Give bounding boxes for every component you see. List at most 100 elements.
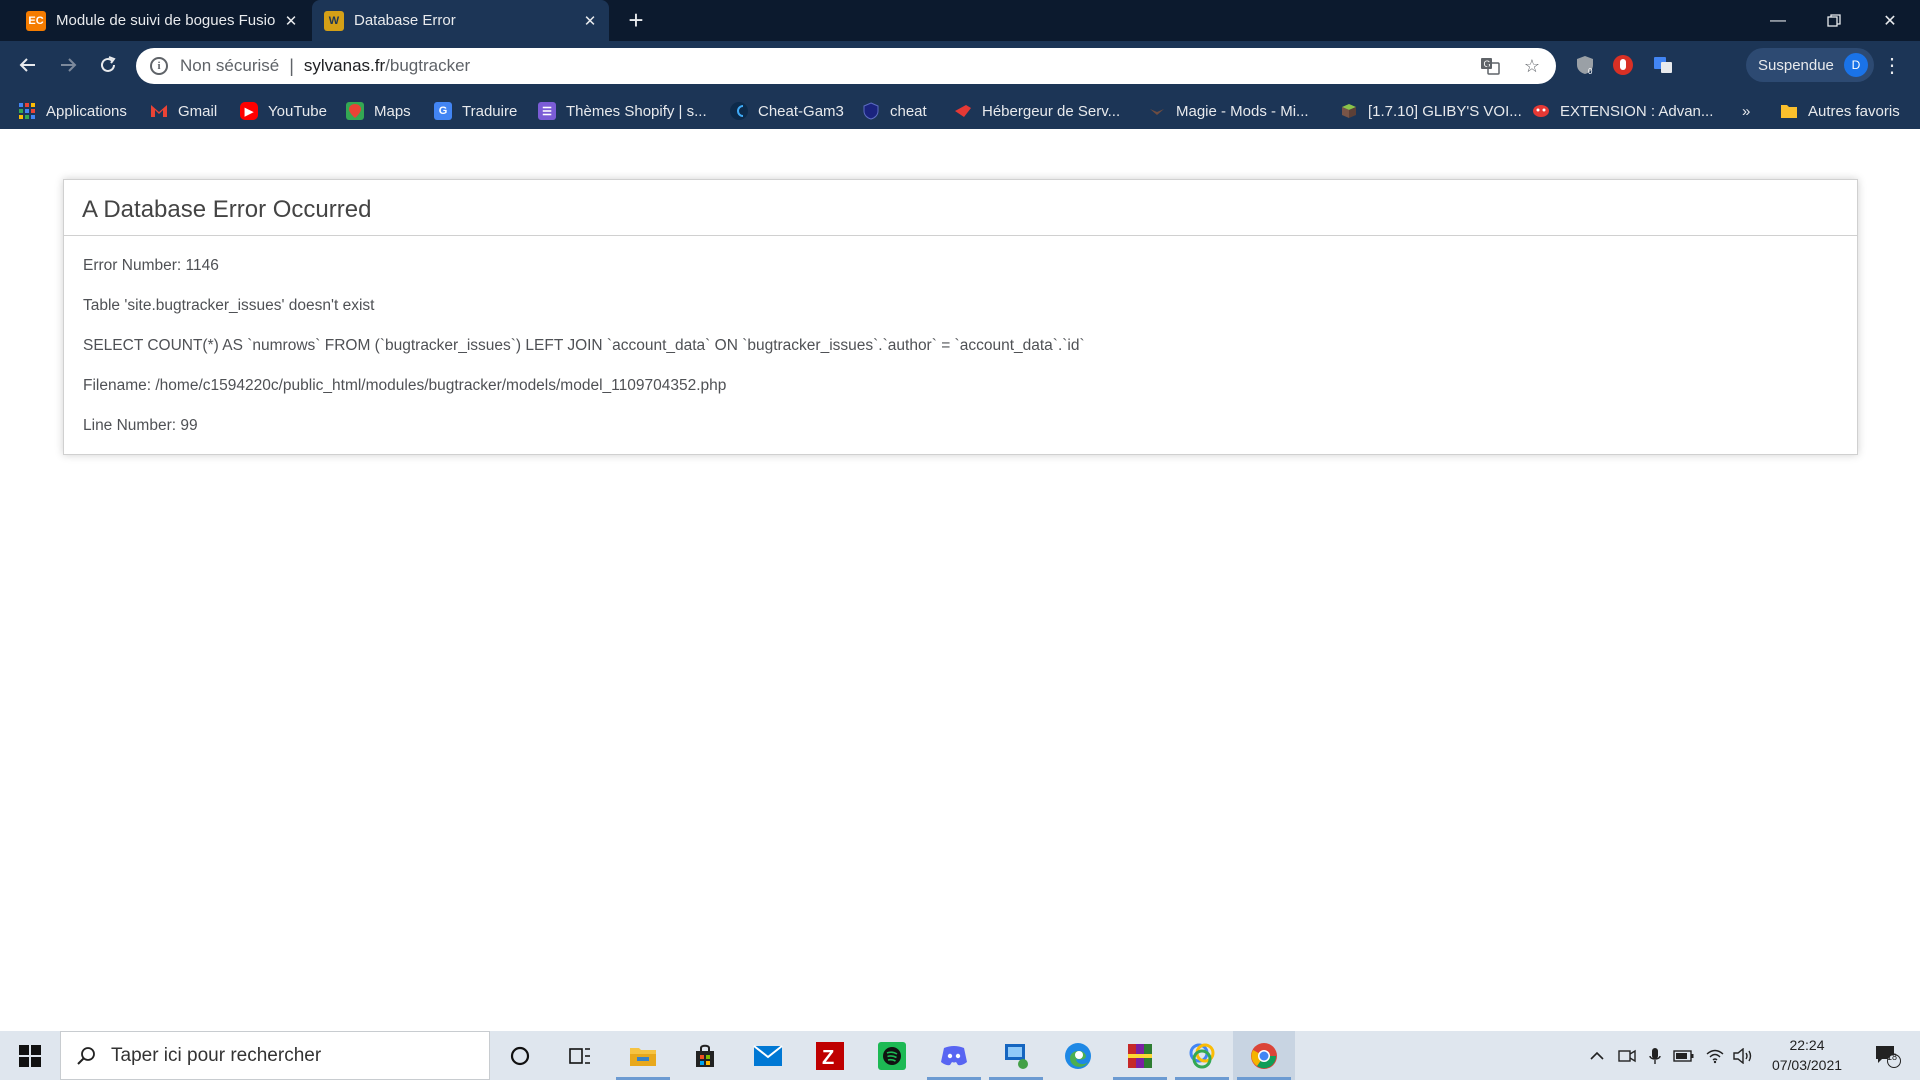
tab-title: Module de suivi de bogues Fusio	[56, 12, 276, 29]
microphone-icon[interactable]	[1642, 1031, 1668, 1080]
error-line-number: Line Number: 99	[83, 417, 198, 434]
chrome-icon[interactable]	[1233, 1031, 1295, 1080]
battery-icon[interactable]	[1670, 1031, 1698, 1080]
star-icon[interactable]: ☆	[1520, 54, 1544, 78]
new-tab-button[interactable]: +	[622, 5, 650, 35]
bookmarks-overflow-button[interactable]: »	[1742, 100, 1750, 122]
avatar: D	[1843, 53, 1868, 77]
tab-database-error[interactable]: W Database Error ✕	[312, 0, 609, 41]
shopify-themes-icon: ☰	[538, 102, 556, 120]
task-view-icon[interactable]	[549, 1031, 611, 1080]
forward-button[interactable]	[52, 49, 84, 81]
shield-icon	[862, 102, 880, 120]
tab-bugtracker-module[interactable]: EC Module de suivi de bogues Fusio ✕	[14, 0, 310, 41]
minimize-button[interactable]: —	[1750, 0, 1806, 41]
close-tab-icon[interactable]: ✕	[579, 10, 601, 32]
wifi-icon[interactable]	[1702, 1031, 1728, 1080]
search-icon	[75, 1045, 97, 1067]
bookmark-label: Traduire	[462, 102, 518, 120]
bookmark-label: Thèmes Shopify | s...	[566, 102, 707, 120]
bookmark-hebergeur[interactable]: Hébergeur de Serv...	[954, 100, 1120, 122]
store-icon[interactable]	[674, 1031, 736, 1080]
address-bar[interactable]: i Non sécurisé | sylvanas.fr/bugtracker …	[136, 48, 1556, 84]
page-content: A Database Error Occurred Error Number: …	[0, 129, 1920, 1031]
spotify-icon[interactable]	[861, 1031, 923, 1080]
reload-icon	[101, 56, 116, 72]
extension-shield-icon[interactable]: 0	[1570, 50, 1600, 80]
close-tab-icon[interactable]: ✕	[280, 10, 302, 32]
error-container: A Database Error Occurred Error Number: …	[63, 179, 1858, 455]
network-app-icon[interactable]	[985, 1031, 1047, 1080]
bookmark-shopify-themes[interactable]: ☰ Thèmes Shopify | s...	[538, 100, 707, 122]
bookmark-youtube[interactable]: ▶ YouTube	[240, 100, 327, 122]
bookmark-label: Maps	[374, 102, 411, 120]
file-explorer-icon[interactable]	[612, 1031, 674, 1080]
error-number: Error Number: 1146	[83, 257, 219, 274]
volume-icon[interactable]	[1730, 1031, 1756, 1080]
back-button[interactable]	[12, 49, 44, 81]
arrow-left-icon	[19, 58, 35, 72]
extension-icon	[1532, 102, 1550, 120]
svg-text:Z: Z	[822, 1047, 834, 1069]
bookmark-extension[interactable]: EXTENSION : Advan...	[1532, 100, 1713, 122]
close-window-button[interactable]: ✕	[1862, 0, 1918, 41]
start-button[interactable]	[0, 1031, 60, 1080]
bookmark-label: [1.7.10] GLIBY'S VOI...	[1368, 102, 1522, 120]
url-host[interactable]: sylvanas.fr	[304, 56, 385, 76]
notification-center-button[interactable]: 18	[1868, 1031, 1908, 1080]
profile-button[interactable]: Suspendue D	[1746, 48, 1874, 82]
profile-status-label: Suspendue	[1758, 56, 1834, 74]
bookmark-glibys[interactable]: [1.7.10] GLIBY'S VOI...	[1340, 100, 1522, 122]
maps-icon	[346, 102, 364, 120]
edge-icon[interactable]	[1047, 1031, 1109, 1080]
svg-text:0: 0	[1588, 67, 1593, 76]
security-label[interactable]: Non sécurisé	[180, 56, 279, 76]
bookmark-applications[interactable]: Applications	[18, 100, 127, 122]
cortana-icon[interactable]	[489, 1031, 551, 1080]
extension-hand-icon[interactable]	[1608, 50, 1638, 80]
system-clock[interactable]: 22:24 07/03/2021	[1762, 1035, 1852, 1075]
browser-toolbar: i Non sécurisé | sylvanas.fr/bugtracker …	[0, 41, 1920, 129]
mail-icon[interactable]	[737, 1031, 799, 1080]
folder-icon	[1780, 102, 1798, 120]
menu-icon[interactable]: ⋮	[1880, 53, 1904, 77]
taskbar: Taper ici pour rechercher Z 22:24 07/03/…	[0, 1031, 1920, 1080]
translate-icon: G	[434, 102, 452, 120]
error-message: Table 'site.bugtracker_issues' doesn't e…	[83, 297, 375, 314]
filezilla-icon[interactable]: Z	[799, 1031, 861, 1080]
meet-now-icon[interactable]	[1614, 1031, 1640, 1080]
translate-icon[interactable]: G	[1478, 54, 1502, 78]
photos-icon[interactable]	[1171, 1031, 1233, 1080]
clock-date: 07/03/2021	[1771, 1057, 1843, 1073]
windows-icon	[19, 1044, 41, 1067]
bookmark-label: YouTube	[268, 102, 327, 120]
bookmark-gmail[interactable]: Gmail	[150, 100, 217, 122]
bookmark-magie-mods[interactable]: Magie - Mods - Mi...	[1148, 100, 1309, 122]
bookmark-maps[interactable]: Maps	[346, 100, 411, 122]
bookmark-other-favorites[interactable]: Autres favoris	[1780, 100, 1900, 122]
chevron-up-icon[interactable]	[1584, 1031, 1610, 1080]
bookmark-cheat[interactable]: cheat	[862, 100, 927, 122]
info-icon[interactable]: i	[150, 57, 168, 75]
separator: |	[289, 55, 294, 76]
winrar-icon[interactable]	[1109, 1031, 1171, 1080]
error-query: SELECT COUNT(*) AS `numrows` FROM (`bugt…	[83, 337, 1085, 354]
taskbar-search[interactable]: Taper ici pour rechercher	[60, 1031, 490, 1080]
discord-icon[interactable]	[923, 1031, 985, 1080]
bookmarks-bar: Applications Gmail ▶ YouTube Maps G Trad…	[0, 92, 1920, 130]
magic-icon	[1148, 102, 1166, 120]
svg-text:G: G	[1484, 59, 1491, 69]
bookmark-traduire[interactable]: G Traduire	[434, 100, 517, 122]
page-title: A Database Error Occurred	[64, 180, 1857, 236]
apps-grid-icon	[18, 102, 36, 120]
bookmark-label: Autres favoris	[1808, 102, 1900, 120]
restore-button[interactable]	[1806, 0, 1862, 41]
extension-translate-icon[interactable]	[1648, 50, 1678, 80]
reload-button[interactable]	[92, 49, 124, 81]
bookmark-label: Magie - Mods - Mi...	[1176, 102, 1309, 120]
notification-count: 18	[1887, 1052, 1898, 1062]
bookmark-label: Hébergeur de Serv...	[982, 102, 1121, 120]
url-path[interactable]: /bugtracker	[385, 56, 470, 76]
bookmark-cheat-gam3[interactable]: Cheat-Gam3	[730, 100, 844, 122]
youtube-icon: ▶	[240, 102, 258, 120]
